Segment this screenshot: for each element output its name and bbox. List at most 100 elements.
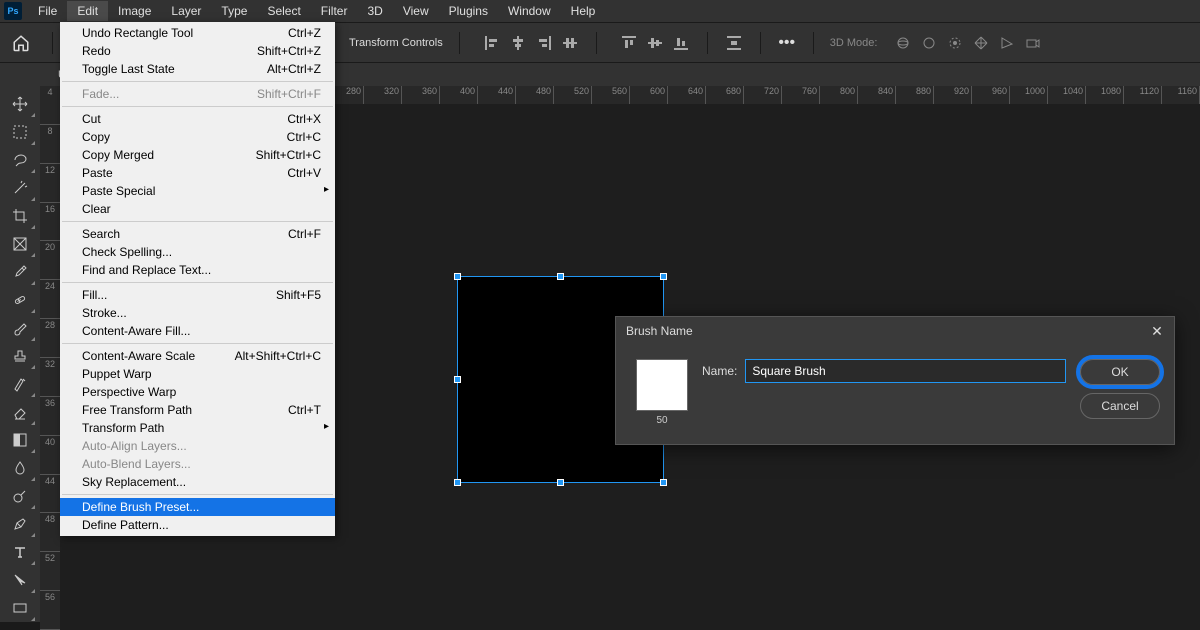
cancel-button[interactable]: Cancel	[1080, 393, 1160, 419]
distribute-v-icon[interactable]	[724, 33, 744, 53]
ok-button[interactable]: OK	[1080, 359, 1160, 385]
menu-type[interactable]: Type	[211, 1, 257, 21]
menu-item-copy[interactable]: CopyCtrl+C	[60, 128, 335, 146]
tool-frame[interactable]	[4, 230, 36, 258]
menu-image[interactable]: Image	[108, 1, 161, 21]
menu-bar: Ps FileEditImageLayerTypeSelectFilter3DV…	[0, 0, 1200, 22]
ruler-tick: 960	[972, 86, 1010, 104]
tool-crop[interactable]	[4, 202, 36, 230]
tool-healing[interactable]	[4, 286, 36, 314]
handle-top-left[interactable]	[454, 273, 461, 280]
menu-item-sky-replacement[interactable]: Sky Replacement...	[60, 473, 335, 491]
slide-icon[interactable]	[971, 33, 991, 53]
menu-edit[interactable]: Edit	[67, 1, 108, 21]
menu-item-copy-merged[interactable]: Copy MergedShift+Ctrl+C	[60, 146, 335, 164]
home-icon[interactable]	[6, 28, 36, 58]
menu-item-toggle-last-state[interactable]: Toggle Last StateAlt+Ctrl+Z	[60, 60, 335, 78]
tool-dodge[interactable]	[4, 482, 36, 510]
menu-item-check-spelling[interactable]: Check Spelling...	[60, 243, 335, 261]
handle-top-right[interactable]	[660, 273, 667, 280]
tool-move[interactable]	[4, 90, 36, 118]
ruler-tick: 20	[40, 241, 60, 280]
menu-view[interactable]: View	[393, 1, 439, 21]
tool-wand[interactable]	[4, 174, 36, 202]
rotate-icon[interactable]	[919, 33, 939, 53]
menu-item-perspective-warp[interactable]: Perspective Warp	[60, 383, 335, 401]
ruler-tick: 360	[402, 86, 440, 104]
menu-item-fade[interactable]: Fade...Shift+Ctrl+F	[60, 85, 335, 103]
ruler-tick: 36	[40, 397, 60, 436]
ruler-tick: 560	[592, 86, 630, 104]
tool-pen[interactable]	[4, 510, 36, 538]
menu-item-free-transform-path[interactable]: Free Transform PathCtrl+T	[60, 401, 335, 419]
menu-plugins[interactable]: Plugins	[439, 1, 498, 21]
more-icon[interactable]: •••	[777, 33, 797, 53]
menu-item-content-aware-scale[interactable]: Content-Aware ScaleAlt+Shift+Ctrl+C	[60, 347, 335, 365]
handle-mid-left[interactable]	[454, 376, 461, 383]
menu-select[interactable]: Select	[257, 1, 310, 21]
tool-lasso[interactable]	[4, 146, 36, 174]
menu-layer[interactable]: Layer	[161, 1, 211, 21]
menu-item-fill[interactable]: Fill...Shift+F5	[60, 286, 335, 304]
tool-rect[interactable]	[4, 594, 36, 622]
menu-item-search[interactable]: SearchCtrl+F	[60, 225, 335, 243]
camera-icon[interactable]	[1023, 33, 1043, 53]
align-bottom-icon[interactable]	[671, 33, 691, 53]
menu-item-paste-special[interactable]: Paste Special	[60, 182, 335, 200]
orbit-icon[interactable]	[893, 33, 913, 53]
pan-icon[interactable]	[945, 33, 965, 53]
distribute-icon[interactable]	[560, 33, 580, 53]
menu-item-paste[interactable]: PasteCtrl+V	[60, 164, 335, 182]
align-left-icon[interactable]	[482, 33, 502, 53]
separator	[459, 32, 460, 54]
separator	[52, 32, 53, 54]
menu-item-auto-blend-layers[interactable]: Auto-Blend Layers...	[60, 455, 335, 473]
tool-eraser[interactable]	[4, 398, 36, 426]
handle-top-mid[interactable]	[557, 273, 564, 280]
tool-gradient[interactable]	[4, 426, 36, 454]
menu-item-define-pattern[interactable]: Define Pattern...	[60, 516, 335, 534]
menu-file[interactable]: File	[28, 1, 67, 21]
menu-item-auto-align-layers[interactable]: Auto-Align Layers...	[60, 437, 335, 455]
align-right-icon[interactable]	[534, 33, 554, 53]
menu-item-transform-path[interactable]: Transform Path	[60, 419, 335, 437]
scale-icon[interactable]	[997, 33, 1017, 53]
name-label: Name:	[702, 364, 737, 378]
menu-item-undo-rectangle-tool[interactable]: Undo Rectangle ToolCtrl+Z	[60, 24, 335, 42]
tool-blur[interactable]	[4, 454, 36, 482]
menu-window[interactable]: Window	[498, 1, 561, 21]
align-top-icon[interactable]	[619, 33, 639, 53]
ruler-tick: 52	[40, 552, 60, 591]
menu-item-define-brush-preset[interactable]: Define Brush Preset...	[60, 498, 335, 516]
close-icon[interactable]: ✕	[1148, 322, 1166, 340]
menu-item-redo[interactable]: RedoShift+Ctrl+Z	[60, 42, 335, 60]
menu-item-stroke[interactable]: Stroke...	[60, 304, 335, 322]
ruler-tick: 480	[516, 86, 554, 104]
handle-bot-left[interactable]	[454, 479, 461, 486]
brush-size-label: 50	[656, 415, 667, 426]
ruler-tick: 1000	[1010, 86, 1048, 104]
menu-filter[interactable]: Filter	[311, 1, 358, 21]
tool-path[interactable]	[4, 566, 36, 594]
menu-item-clear[interactable]: Clear	[60, 200, 335, 218]
align-middle-icon[interactable]	[645, 33, 665, 53]
menu-separator	[62, 343, 333, 344]
tool-stamp[interactable]	[4, 342, 36, 370]
align-center-h-icon[interactable]	[508, 33, 528, 53]
ruler-tick: 48	[40, 513, 60, 552]
separator	[813, 32, 814, 54]
menu-item-cut[interactable]: CutCtrl+X	[60, 110, 335, 128]
tool-history[interactable]	[4, 370, 36, 398]
tool-brush[interactable]	[4, 314, 36, 342]
tool-eyedropper[interactable]	[4, 258, 36, 286]
tool-type[interactable]	[4, 538, 36, 566]
brush-name-input[interactable]	[745, 359, 1066, 383]
menu-item-content-aware-fill[interactable]: Content-Aware Fill...	[60, 322, 335, 340]
menu-item-find-and-replace-text[interactable]: Find and Replace Text...	[60, 261, 335, 279]
menu-help[interactable]: Help	[561, 1, 606, 21]
tool-marquee[interactable]	[4, 118, 36, 146]
menu-item-puppet-warp[interactable]: Puppet Warp	[60, 365, 335, 383]
handle-bot-right[interactable]	[660, 479, 667, 486]
handle-bot-mid[interactable]	[557, 479, 564, 486]
menu-3d[interactable]: 3D	[357, 1, 392, 21]
